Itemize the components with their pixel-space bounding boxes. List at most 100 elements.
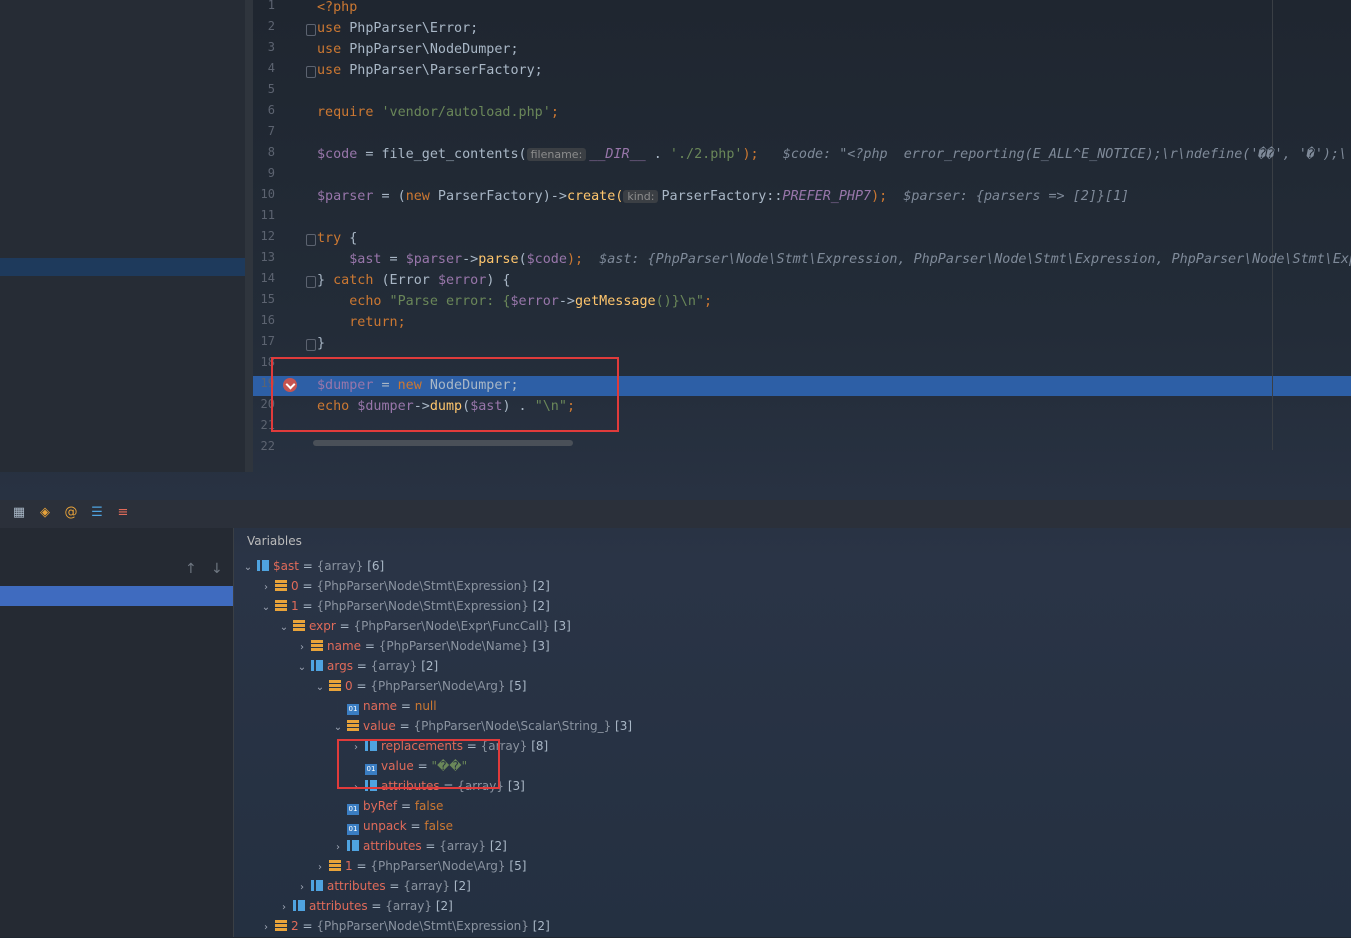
code-line-15[interactable]: echo "Parse error: {$error->getMessage()… — [317, 291, 712, 312]
variable-type: {PhpParser\Node\Scalar\String_} — [413, 719, 612, 733]
panel-divider[interactable] — [245, 0, 253, 472]
code-line-12[interactable]: try { — [317, 228, 357, 249]
chevron-right-icon[interactable]: › — [259, 578, 273, 598]
code-line-4[interactable]: use PhpParser\ParserFactory; — [317, 60, 543, 81]
object-icon — [275, 600, 287, 611]
variable-row[interactable]: ⌄ args = {array} [2] — [295, 656, 438, 676]
code-text: -> — [558, 294, 575, 309]
chevron-right-icon[interactable]: › — [295, 878, 309, 898]
debugger-toolbar — [0, 500, 1351, 528]
chevron-down-icon[interactable]: ⌄ — [241, 558, 255, 578]
variable-row[interactable]: ⌄ value = {PhpParser\Node\Scalar\String_}… — [331, 716, 632, 736]
variable-row[interactable]: ⌄ expr = {PhpParser\Node\Expr\FuncCall} [… — [277, 616, 571, 636]
line-number[interactable]: 17 — [253, 334, 275, 348]
frames-icon[interactable]: ◈ — [38, 506, 52, 520]
line-number[interactable]: 2 — [253, 19, 275, 33]
variable-row[interactable]: › name = {PhpParser\Node\Name} [3] — [295, 636, 550, 656]
chevron-right-icon[interactable]: › — [331, 838, 345, 858]
chevron-right-icon[interactable]: › — [259, 918, 273, 938]
fold-icon[interactable] — [306, 234, 316, 246]
chevron-down-icon[interactable]: ⌄ — [313, 678, 327, 698]
code-text: (Error — [373, 273, 438, 288]
project-selected-row[interactable] — [0, 258, 253, 276]
fold-icon[interactable] — [306, 66, 316, 78]
line-number[interactable]: 12 — [253, 229, 275, 243]
object-icon — [311, 640, 323, 651]
line-number[interactable]: 15 — [253, 292, 275, 306]
fold-icon[interactable] — [306, 24, 316, 36]
line-number[interactable]: 4 — [253, 61, 275, 75]
line-number[interactable]: 10 — [253, 187, 275, 201]
code-line-2[interactable]: use PhpParser\Error; — [317, 18, 478, 39]
fold-icon[interactable] — [306, 339, 316, 351]
variable-row[interactable]: › 0 = {PhpParser\Node\Stmt\Expression} [2… — [259, 576, 550, 596]
code-line-14[interactable]: } catch (Error $error) { — [317, 270, 511, 291]
code-line-16[interactable]: return; — [317, 312, 405, 333]
line-number[interactable]: 6 — [253, 103, 275, 117]
chevron-down-icon[interactable]: ⌄ — [295, 658, 309, 678]
variable-row[interactable]: › 2 = {PhpParser\Node\Stmt\Expression} [2… — [259, 916, 550, 936]
variable-row[interactable]: › attributes = {array} [2] — [295, 876, 471, 896]
string: './2.php' — [669, 147, 743, 162]
object-icon — [275, 920, 287, 931]
line-number[interactable]: 5 — [253, 82, 275, 96]
line-number[interactable]: 11 — [253, 208, 275, 222]
primitive-icon: 01 — [347, 804, 359, 815]
chevron-right-icon[interactable]: › — [295, 638, 309, 658]
code-line-13[interactable]: $ast = $parser->parse($code); $ast: {Php… — [317, 249, 1351, 270]
add-watch-icon[interactable]: ≡ — [116, 506, 130, 520]
code-text: ParserFactory)-> — [429, 189, 567, 204]
code-line-6[interactable]: require 'vendor/autoload.php'; — [317, 102, 559, 123]
chevron-down-icon[interactable]: ⌄ — [277, 618, 291, 638]
variable-row[interactable]: › 1 = {PhpParser\Node\Arg} [5] — [313, 856, 526, 876]
fold-icon[interactable] — [306, 276, 316, 288]
code-line-17[interactable]: } — [317, 333, 325, 354]
line-number[interactable]: 8 — [253, 145, 275, 159]
array-icon — [347, 840, 359, 851]
line-number[interactable]: 14 — [253, 271, 275, 285]
code-line-8[interactable]: $code = file_get_contents(filename: __DIR… — [317, 144, 1347, 165]
variable-row[interactable]: ⌄ $ast = {array} [6] — [241, 556, 384, 576]
line-number[interactable]: 16 — [253, 313, 275, 327]
list-icon[interactable]: ☰ — [90, 506, 104, 520]
watch-icon[interactable]: @ — [64, 506, 78, 520]
line-number[interactable]: 9 — [253, 166, 275, 180]
variable-row[interactable]: › attributes = {array} [2] — [331, 836, 507, 856]
variable-name: 0 — [345, 679, 353, 693]
variable-row[interactable]: › attributes = {array} [2] — [277, 896, 453, 916]
variables-title: Variables — [247, 534, 302, 548]
variable-row[interactable]: 01 name = null — [331, 696, 437, 716]
horizontal-scrollbar[interactable] — [313, 440, 573, 446]
up-arrow-icon[interactable]: ↑ — [185, 561, 197, 577]
variable-row[interactable]: ⌄ 1 = {PhpParser\Node\Stmt\Expression} [2… — [259, 596, 550, 616]
line-number[interactable]: 13 — [253, 250, 275, 264]
line-number[interactable]: 22 — [253, 439, 275, 453]
line-number[interactable]: 7 — [253, 124, 275, 138]
frame-selected-row[interactable] — [0, 586, 233, 606]
line-number[interactable]: 1 — [253, 0, 275, 12]
variable-row[interactable]: 01 byRef = false — [331, 796, 443, 816]
chevron-right-icon[interactable]: › — [313, 858, 327, 878]
keyword: use — [317, 63, 342, 78]
variable-name: attributes — [363, 839, 422, 853]
code-line-10[interactable]: $parser = (new ParserFactory)->create(ki… — [317, 186, 1129, 207]
string: ()}\n" — [655, 294, 704, 309]
chevron-down-icon[interactable]: ⌄ — [259, 598, 273, 618]
chevron-down-icon[interactable]: ⌄ — [331, 718, 345, 738]
chevron-right-icon[interactable]: › — [277, 898, 291, 918]
line-number[interactable]: 3 — [253, 40, 275, 54]
code-line-3[interactable]: use PhpParser\NodeDumper; — [317, 39, 519, 60]
code-line-1[interactable]: <?php — [317, 0, 357, 18]
table-icon[interactable]: ▦ — [12, 506, 26, 520]
keyword: try — [317, 231, 342, 246]
variable-row[interactable]: ⌄ 0 = {PhpParser\Node\Arg} [5] — [313, 676, 527, 698]
variable: $error — [437, 273, 487, 288]
keyword: require — [317, 105, 374, 120]
variable: $error — [510, 294, 559, 309]
function: parse — [478, 252, 519, 267]
equals-sign: = — [352, 659, 371, 673]
down-arrow-icon[interactable]: ↓ — [211, 561, 223, 577]
code-text: } — [317, 273, 334, 288]
code-text: ( — [518, 252, 527, 267]
variable-row[interactable]: 01 unpack = false — [331, 816, 453, 836]
